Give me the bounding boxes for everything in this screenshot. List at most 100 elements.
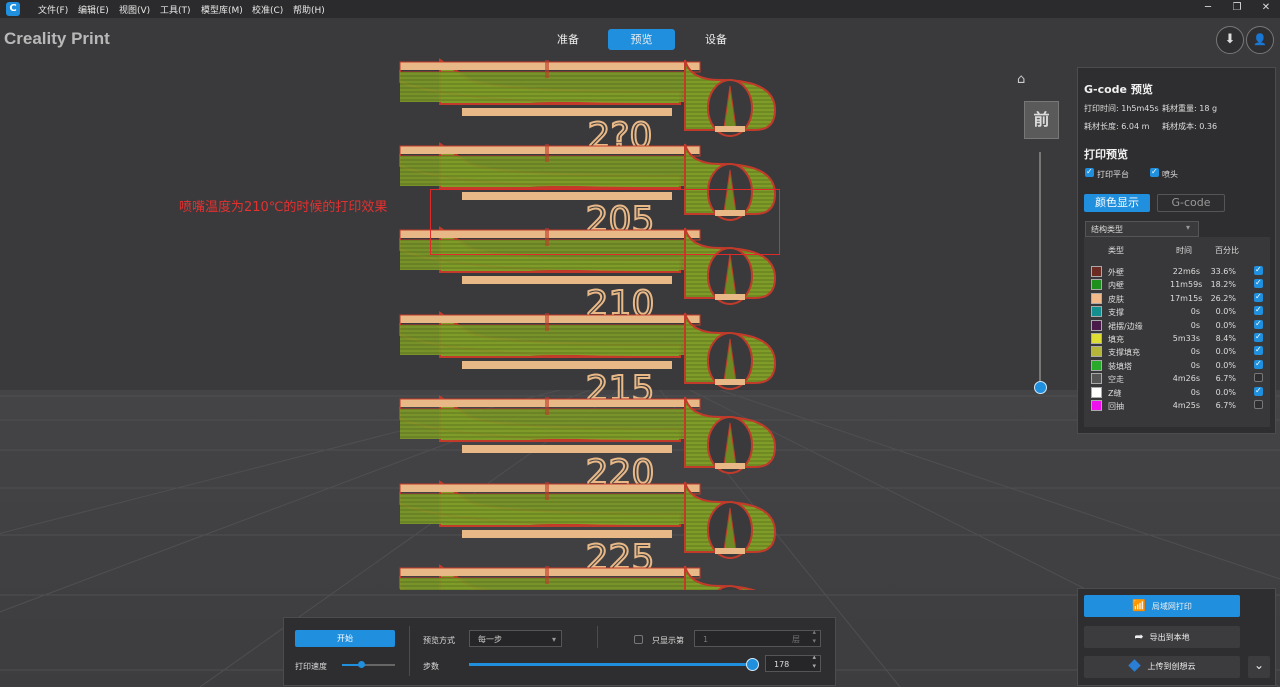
home-icon[interactable]: ⌂ <box>1017 72 1031 87</box>
legend-visibility-checkbox[interactable] <box>1254 319 1263 329</box>
menu-calibration[interactable]: 校准(C) <box>252 3 283 16</box>
layer-slider-handle[interactable] <box>1034 381 1047 394</box>
minimize-icon[interactable]: ─ <box>1198 2 1218 13</box>
legend-header-time: 时间 <box>1176 246 1192 255</box>
gcode-panel-title: G-code 预览 <box>1084 83 1153 96</box>
divider <box>409 626 410 676</box>
lan-print-button[interactable]: 📶 局域网打印 <box>1084 595 1240 617</box>
playback-panel: 开始 打印速度 预览方式 每一步 ▾ 只显示第 1 层 ▴ ▾ 步数 178 ▴ ▾ <box>283 617 836 686</box>
model-tier: 225 <box>399 480 777 580</box>
legend-percent: 0.0% <box>1215 307 1236 317</box>
account-icon[interactable]: 👤 <box>1246 26 1274 54</box>
legend-visibility-checkbox[interactable] <box>1254 373 1263 383</box>
upload-cloud-button[interactable]: 上传到创想云 <box>1084 656 1240 678</box>
legend-visibility-checkbox[interactable] <box>1254 386 1263 396</box>
legend-time: 4m25s <box>1172 401 1200 410</box>
export-actions-panel: 📶 局域网打印 ➦ 导出到本地 上传到创想云 ⌄ <box>1077 588 1276 686</box>
legend-row: 支撑填充 0s 0.0% <box>1084 345 1270 358</box>
legend-percent: 0.0% <box>1215 387 1236 397</box>
legend-visibility-checkbox[interactable] <box>1254 345 1263 356</box>
share-arrow-icon: ➦ <box>1134 630 1144 643</box>
legend-color-swatch <box>1091 279 1102 291</box>
legend-percent: 0.0% <box>1215 320 1236 330</box>
menu-file[interactable]: 文件(F) <box>38 3 68 16</box>
legend-visibility-checkbox[interactable] <box>1254 400 1263 409</box>
menu-view[interactable]: 视图(V) <box>119 3 150 16</box>
download-icon[interactable]: ⬇ <box>1216 26 1244 54</box>
stepper-arrows-icon[interactable]: ▴ ▾ <box>812 653 816 671</box>
model-tier: 220 <box>399 395 777 495</box>
preview-mode-value: 每一步 <box>478 635 502 644</box>
stepper-arrows-icon[interactable]: ▴ ▾ <box>812 628 816 646</box>
show-nozzle-label: 喷头 <box>1162 170 1178 179</box>
model-gcode-render[interactable]: 2?0205210215220225230 <box>380 20 800 664</box>
wifi-icon: 📶 <box>1132 599 1146 612</box>
legend-time: 17m15s <box>1170 293 1203 303</box>
legend-type: 外壁 <box>1108 268 1124 277</box>
layer-number-input[interactable]: 1 层 ▴ ▾ <box>694 628 821 647</box>
preview-mode-label: 预览方式 <box>423 636 455 645</box>
chevron-down-icon: ▾ <box>551 635 556 644</box>
legend-type: 空走 <box>1108 375 1124 385</box>
only-show-layer-checkbox[interactable] <box>634 635 643 644</box>
start-button[interactable]: 开始 <box>295 630 395 647</box>
legend-percent: 6.7% <box>1215 374 1236 384</box>
legend-time: 0s <box>1190 320 1200 330</box>
restore-icon[interactable]: ❐ <box>1227 2 1247 13</box>
legend-visibility-checkbox[interactable] <box>1254 359 1263 369</box>
legend-percent: 8.4% <box>1215 334 1236 343</box>
export-local-button[interactable]: ➦ 导出到本地 <box>1084 626 1240 648</box>
menu-help[interactable]: 帮助(H) <box>293 3 325 16</box>
preview-mode-select[interactable]: 每一步 ▾ <box>469 630 562 647</box>
print-speed-label: 打印速度 <box>295 662 327 671</box>
legend-row: 皮肤 17m15s 26.2% <box>1084 292 1270 305</box>
layer-slider-track[interactable] <box>1039 152 1041 386</box>
structure-type-select[interactable]: 结构类型 ▾ <box>1085 221 1199 237</box>
legend-visibility-checkbox[interactable] <box>1254 265 1263 275</box>
annotation-text: 喷嘴温度为210℃的时候的打印效果 <box>179 200 388 215</box>
legend-color-swatch <box>1091 386 1102 398</box>
view-cube[interactable]: 前 <box>1024 101 1059 139</box>
menu-tools[interactable]: 工具(T) <box>160 3 191 16</box>
show-plate-checkbox[interactable] <box>1085 167 1094 177</box>
legend-time: 0s <box>1190 347 1200 357</box>
legend-time: 0s <box>1190 360 1200 370</box>
legend-type: 皮肤 <box>1108 294 1124 304</box>
print-preview-title: 打印预览 <box>1084 148 1128 161</box>
legend-percent: 33.6% <box>1210 267 1236 276</box>
legend-header-percent: 百分比 <box>1215 246 1239 255</box>
filament-length: 耗材长度: 6.04 m <box>1084 122 1150 131</box>
legend-header-type: 类型 <box>1108 246 1124 255</box>
steps-input[interactable]: 178 ▴ ▾ <box>765 653 821 672</box>
legend-table: 类型 时间 百分比 外壁 22m6s 33.6% 内壁 11m59s 18.2% 皮肤 17m… <box>1084 237 1270 427</box>
legend-visibility-checkbox[interactable] <box>1254 278 1263 289</box>
legend-visibility-checkbox[interactable] <box>1254 292 1263 302</box>
chevron-down-icon: ▾ <box>1186 223 1191 232</box>
upload-cloud-label: 上传到创想云 <box>1147 662 1196 671</box>
color-display-button[interactable]: 颜色显示 <box>1084 194 1150 212</box>
app-title: Creality Print <box>4 29 110 48</box>
legend-percent: 26.2% <box>1210 293 1236 303</box>
more-options-icon[interactable]: ⌄ <box>1248 656 1270 678</box>
legend-row: 支撑 0s 0.0% <box>1084 305 1270 318</box>
show-nozzle-checkbox[interactable] <box>1150 167 1159 177</box>
legend-time: 5m33s <box>1172 334 1200 343</box>
menu-edit[interactable]: 编辑(E) <box>78 3 109 16</box>
close-icon[interactable]: ✕ <box>1256 2 1276 13</box>
legend-visibility-checkbox[interactable] <box>1254 305 1263 316</box>
structure-type-value: 结构类型 <box>1091 225 1123 234</box>
legend-type: Z缝 <box>1108 388 1122 398</box>
menu-model-library[interactable]: 模型库(M) <box>201 3 243 16</box>
legend-percent: 18.2% <box>1210 280 1236 290</box>
legend-time: 0s <box>1190 307 1200 317</box>
legend-row: 空走 4m26s 6.7% <box>1084 372 1270 385</box>
steps-slider[interactable] <box>469 658 759 671</box>
print-speed-slider[interactable] <box>342 661 395 668</box>
gcode-view-button[interactable]: G-code <box>1157 194 1225 212</box>
legend-row: 内壁 11m59s 18.2% <box>1084 278 1270 291</box>
legend-visibility-checkbox[interactable] <box>1254 332 1263 342</box>
legend-type: 回抽 <box>1108 402 1124 411</box>
print-time: 打印时间: 1h5m45s <box>1084 104 1159 113</box>
legend-color-swatch <box>1091 292 1102 304</box>
legend-color-swatch <box>1091 306 1102 318</box>
